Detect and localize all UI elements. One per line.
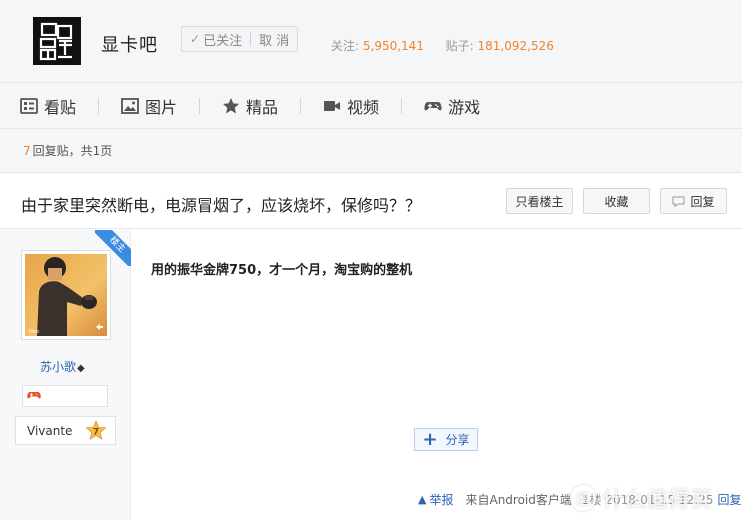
forum-name[interactable]: 显卡吧 [101, 31, 158, 57]
check-icon: ✓ [190, 32, 201, 46]
posts-label: 贴子: [445, 39, 474, 53]
site-watermark: 值 什么值得买 [570, 482, 712, 514]
level-number: 7 [93, 427, 99, 437]
reply-count: 7 [23, 143, 31, 158]
gamepad-icon [424, 101, 442, 110]
level-name: Vivante [27, 423, 73, 438]
thread-title: 由于家里突然断电，电源冒烟了，应该烧坏，保修吗？？ [21, 196, 422, 215]
reply-count-text: 回复贴，共1页 [32, 144, 113, 158]
forum-stats: 关注: 5,950,141 贴子: 181,092,526 [331, 37, 554, 54]
favorite-button[interactable]: 收藏 [583, 188, 650, 214]
tab-games[interactable]: 游戏 [424, 83, 480, 129]
tab-featured[interactable]: 精品 [222, 83, 278, 129]
level-badge-icon: 7 [85, 419, 107, 440]
report-label: 举报 [429, 493, 454, 507]
watermark-logo-icon: 值 [570, 485, 596, 511]
op-ribbon: 楼主 [95, 230, 131, 266]
image-icon [121, 97, 139, 114]
tab-images[interactable]: 图片 [121, 83, 177, 129]
post-content: 用的振华金牌750，才一个月，淘宝购的整机 [151, 263, 413, 278]
plus-icon: + [422, 428, 438, 450]
forum-header: 显卡吧 ✓ 已关注 取 消 关注: 5,950,141 贴子: 181,092,… [0, 0, 742, 83]
reply-count-bar: 7 回复贴，共1页 [0, 129, 742, 173]
followers-count: 5,950,141 [362, 39, 424, 53]
star-icon [223, 97, 240, 113]
tab-posts-label: 看贴 [44, 97, 77, 117]
tab-featured-label: 精品 [246, 97, 279, 117]
followers-label: 关注: [331, 39, 360, 53]
tab-videos-label: 视频 [347, 97, 380, 117]
video-icon [324, 100, 341, 111]
posts-count: 181,092,526 [477, 39, 554, 53]
op-tag: 楼主 [95, 230, 131, 266]
forum-logo[interactable] [33, 17, 81, 65]
svg-text:Hoo: Hoo [29, 329, 39, 335]
post-source: 来自Android客户端 [465, 493, 572, 507]
reply-button[interactable]: 回复 [660, 188, 727, 214]
avatar: Hoo [25, 254, 107, 336]
warning-icon: ▲ [418, 493, 427, 506]
gamepad-badge-icon[interactable] [27, 390, 41, 402]
share-label: 分享 [445, 433, 470, 447]
report-link[interactable]: ▲ 举报 [418, 491, 453, 508]
thread-title-bar: 由于家里突然断电，电源冒烟了，应该烧坏，保修吗？？ 只看楼主 收藏 回复 [0, 173, 742, 229]
author-name: 苏小歌 [40, 360, 77, 374]
only-op-button[interactable]: 只看楼主 [506, 188, 573, 214]
author-level[interactable]: Vivante 7 [15, 416, 116, 445]
forum-logo-icon [33, 17, 81, 65]
author-username[interactable]: 苏小歌◆ [40, 358, 85, 375]
unfollow-button[interactable]: 取 消 [251, 27, 297, 51]
tab-images-label: 图片 [145, 97, 178, 117]
share-button[interactable]: + 分享 [414, 428, 478, 451]
followed-label: 已关注 [203, 33, 243, 49]
comment-icon [672, 196, 685, 207]
reply-button-label: 回复 [690, 194, 715, 209]
forum-nav: 看贴 图片 精品 视频 游戏 [0, 83, 742, 129]
tab-posts[interactable]: 看贴 [20, 83, 76, 129]
diamond-icon: ◆ [77, 363, 85, 374]
tab-videos[interactable]: 视频 [323, 83, 379, 129]
tab-games-label: 游戏 [448, 97, 481, 117]
author-badges [22, 385, 108, 407]
follow-group: ✓ 已关注 取 消 [181, 26, 299, 52]
followed-button[interactable]: ✓ 已关注 [182, 27, 250, 51]
watermark-text: 什么值得买 [602, 488, 713, 513]
post-reply-link[interactable]: 回复 [717, 491, 741, 508]
list-icon [20, 97, 38, 114]
